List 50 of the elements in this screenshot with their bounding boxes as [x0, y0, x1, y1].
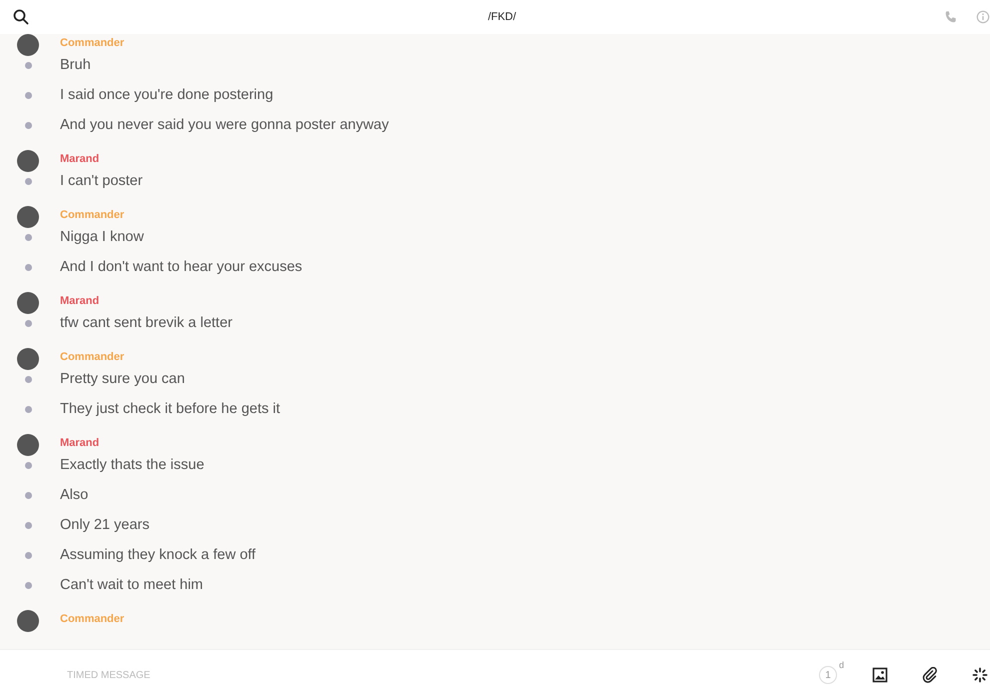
status-dot	[24, 264, 32, 270]
status-dot	[24, 320, 32, 326]
status-dot	[24, 234, 32, 240]
status-dot	[24, 582, 32, 588]
status-dot	[24, 552, 32, 558]
image-icon[interactable]	[872, 667, 888, 683]
message-text: I said once you're done postering	[60, 87, 274, 103]
sparkle-icon[interactable]	[972, 667, 988, 683]
message-text: Also	[60, 487, 88, 503]
message-text: Bruh	[60, 57, 91, 73]
avatar[interactable]	[17, 150, 39, 172]
timer-button[interactable]: 1	[818, 666, 837, 684]
message-text: Only 21 years	[60, 517, 150, 533]
timer-unit: d	[838, 660, 844, 670]
message-text: Can't wait to meet him	[60, 577, 203, 593]
status-dot	[24, 376, 32, 382]
status-dot	[24, 178, 32, 184]
message-text: They just check it before he gets it	[60, 401, 280, 417]
message-text: And you never said you were gonna poster anyway	[60, 117, 389, 133]
status-dot	[24, 92, 32, 98]
sender-name[interactable]: Commander	[60, 613, 124, 625]
sender-name[interactable]: Commander	[60, 37, 124, 49]
status-dot	[24, 62, 32, 68]
sender-name[interactable]: Commander	[60, 351, 124, 363]
message-text: Exactly thats the issue	[60, 457, 204, 473]
message-text: And I don't want to hear your excuses	[60, 259, 302, 275]
message-text: Pretty sure you can	[60, 371, 185, 387]
avatar[interactable]	[17, 34, 39, 56]
sender-name[interactable]: Commander	[60, 209, 124, 221]
status-dot	[24, 406, 32, 412]
chat-title: /FKD/	[486, 11, 518, 23]
sender-name[interactable]: Marand	[60, 153, 100, 165]
status-dot	[24, 122, 32, 128]
sender-name[interactable]: Marand	[60, 437, 100, 449]
message-text: Assuming they knock a few off	[60, 547, 256, 563]
search-icon[interactable]	[13, 9, 29, 25]
message-text: I can't poster	[60, 173, 143, 189]
avatar[interactable]	[17, 434, 39, 456]
message-text: tfw cant sent brevik a letter	[60, 315, 232, 331]
avatar[interactable]	[17, 292, 39, 314]
status-dot	[24, 492, 32, 498]
paperclip-icon[interactable]	[922, 667, 938, 683]
sender-name[interactable]: Marand	[60, 295, 100, 307]
message-text: Nigga I know	[60, 229, 144, 245]
status-dot	[24, 522, 32, 528]
status-dot	[24, 462, 32, 468]
avatar[interactable]	[17, 348, 39, 370]
avatar[interactable]	[17, 610, 39, 632]
message-input[interactable]: TIMED MESSAGE	[67, 668, 367, 682]
avatar[interactable]	[17, 206, 39, 228]
